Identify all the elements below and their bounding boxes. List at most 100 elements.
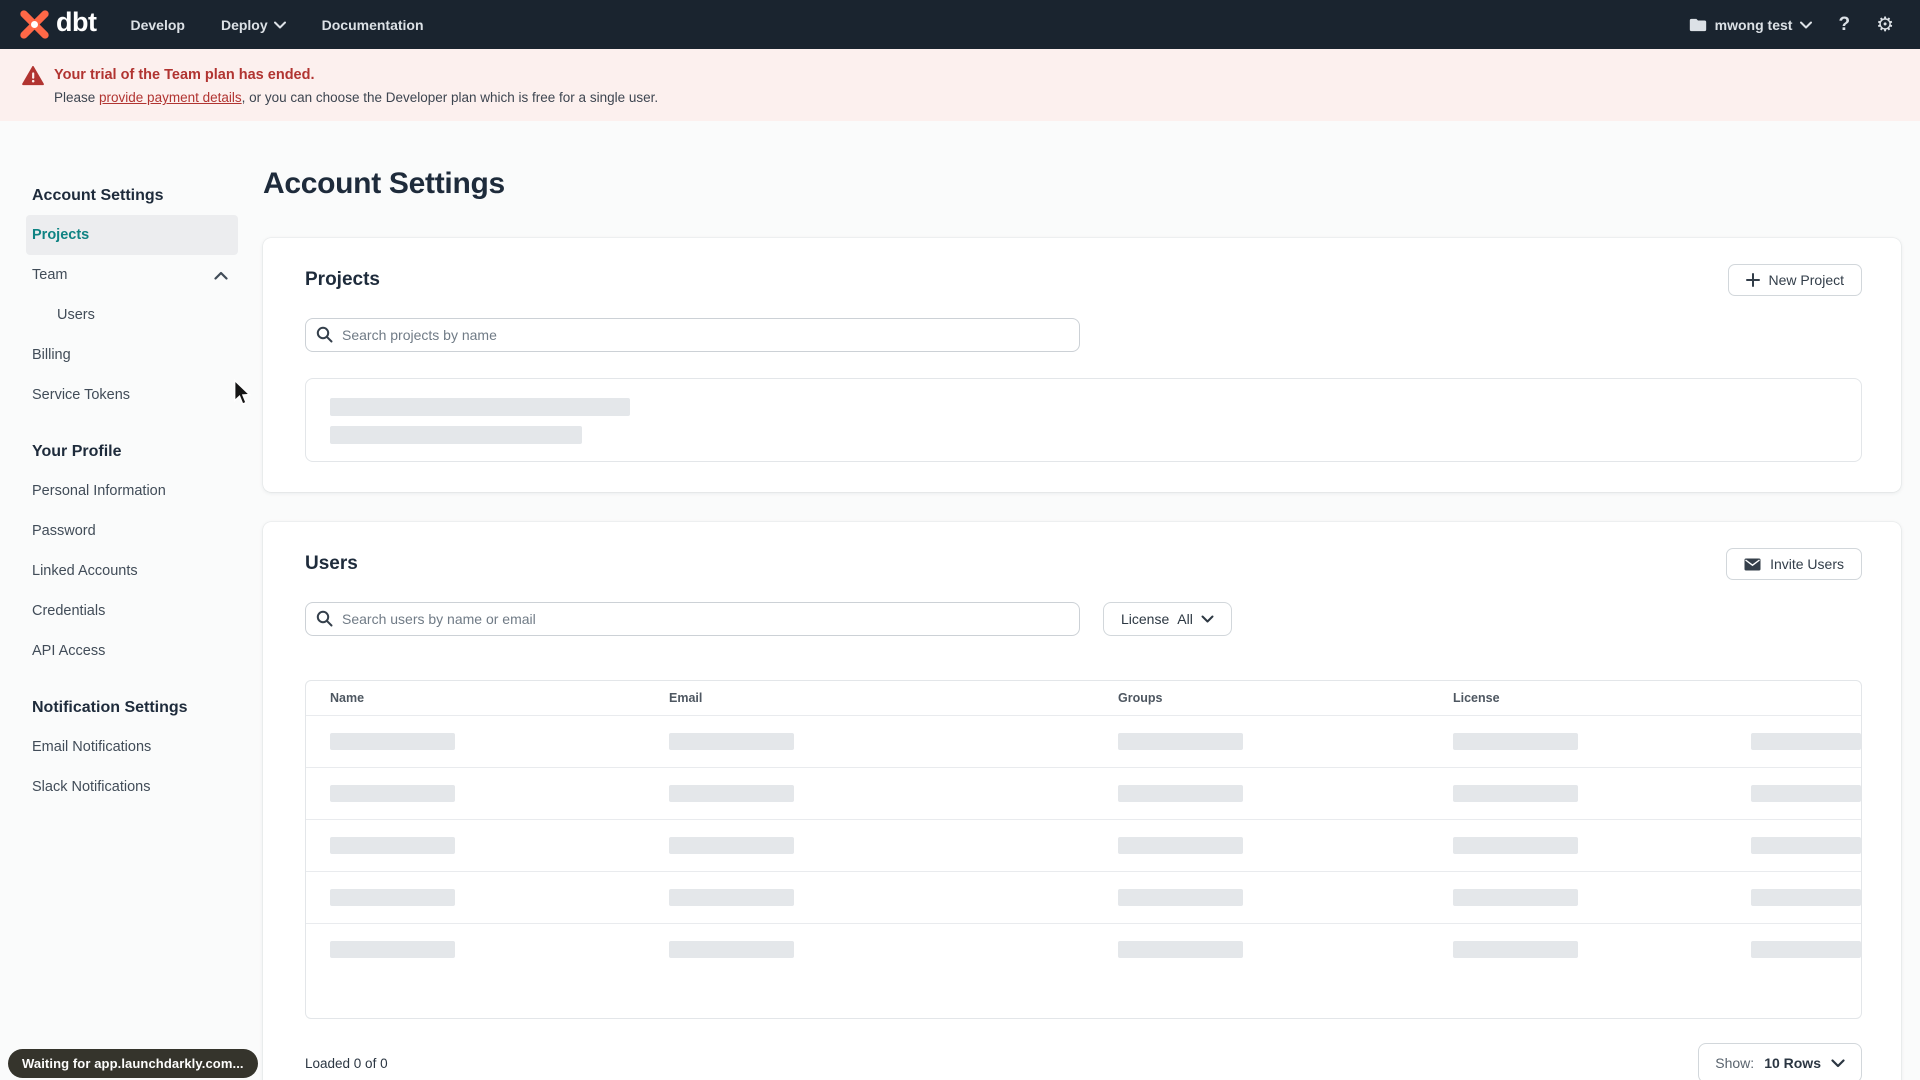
nav-develop[interactable]: Develop (130, 17, 184, 33)
column-header-name: Name (330, 691, 365, 705)
sidebar-item-password[interactable]: Password (26, 511, 238, 551)
sidebar-item-credentials[interactable]: Credentials (26, 591, 238, 631)
envelope-icon (1744, 558, 1761, 570)
nav-documentation[interactable]: Documentation (322, 17, 424, 33)
main-nav: Develop Deploy Documentation (130, 17, 423, 33)
license-filter-dropdown[interactable]: License All (1103, 602, 1232, 636)
skeleton-bar (1453, 785, 1578, 802)
sidebar-header-account-settings: Account Settings (32, 187, 164, 204)
sidebar-item-slack-notifications[interactable]: Slack Notifications (26, 767, 238, 807)
sidebar-item-email-notifications-label: Email Notifications (32, 739, 152, 755)
skeleton-bar (1453, 941, 1578, 958)
banner-body-suffix: , or you can choose the Developer plan w… (241, 90, 659, 105)
new-project-button[interactable]: New Project (1727, 264, 1862, 296)
users-table: Name Email Groups License (305, 680, 1862, 1019)
skeleton-bar (1751, 785, 1861, 802)
sidebar-item-api-access[interactable]: API Access (26, 631, 238, 671)
settings-sidebar: Account Settings Projects Team Users Bil… (0, 121, 263, 1080)
projects-card-title: Projects (305, 269, 380, 290)
sidebar-section-your-profile: Your Profile Personal Information Passwo… (26, 443, 263, 671)
invite-users-button[interactable]: Invite Users (1726, 548, 1862, 580)
sidebar-item-billing-label: Billing (32, 347, 71, 363)
account-switcher[interactable]: mwong test (1689, 17, 1813, 33)
sidebar-item-service-tokens[interactable]: Service Tokens (26, 375, 238, 415)
nav-deploy[interactable]: Deploy (221, 17, 286, 33)
skeleton-bar (330, 733, 455, 750)
dbt-logo-icon (20, 10, 49, 39)
show-label: Show: (1715, 1055, 1755, 1071)
top-nav: dbt Develop Deploy Documentation mwong t… (0, 0, 1920, 49)
sidebar-item-email-notifications[interactable]: Email Notifications (26, 727, 238, 767)
new-project-button-label: New Project (1768, 272, 1844, 288)
skeleton-bar (669, 889, 794, 906)
sidebar-item-service-tokens-label: Service Tokens (32, 387, 131, 403)
projects-loading-panel (305, 378, 1862, 462)
payment-details-link[interactable]: provide payment details (99, 90, 242, 105)
nav-deploy-label: Deploy (220, 16, 268, 33)
table-row (306, 819, 1861, 871)
sidebar-item-password-label: Password (32, 523, 96, 539)
invite-users-button-label: Invite Users (1770, 556, 1844, 572)
sidebar-item-users-label: Users (57, 307, 95, 323)
skeleton-bar (669, 941, 794, 958)
sidebar-item-team-label: Team (32, 267, 68, 283)
skeleton-bar (669, 785, 794, 802)
skeleton-bar (1751, 733, 1861, 750)
column-header-email: Email (669, 691, 703, 705)
users-card: Users Invite Users License All (263, 522, 1901, 1080)
skeleton-bar (669, 837, 794, 854)
chevron-down-icon (273, 21, 286, 28)
sidebar-item-linked-accounts-label: Linked Accounts (32, 563, 138, 579)
skeleton-bar (330, 889, 455, 906)
warning-icon (22, 66, 44, 86)
page-title: Account Settings (263, 167, 505, 200)
table-row (306, 715, 1861, 767)
skeleton-bar (669, 733, 794, 750)
sidebar-item-linked-accounts[interactable]: Linked Accounts (26, 551, 238, 591)
projects-search-input[interactable] (305, 318, 1080, 352)
table-row (306, 871, 1861, 923)
skeleton-bar (330, 941, 455, 958)
browser-status-tooltip: Waiting for app.launchdarkly.com... (8, 1049, 258, 1078)
help-icon[interactable]: ? (1838, 15, 1850, 34)
banner-title: Your trial of the Team plan has ended. (54, 67, 315, 83)
sidebar-item-api-access-label: API Access (32, 643, 106, 659)
sidebar-item-billing[interactable]: Billing (26, 335, 238, 375)
skeleton-bar (1751, 889, 1861, 906)
chevron-down-icon (1201, 615, 1214, 623)
skeleton-bar (1118, 785, 1243, 802)
nav-develop-label: Develop (130, 16, 185, 33)
sidebar-section-notification-settings: Notification Settings Email Notification… (26, 699, 263, 807)
search-icon (316, 610, 333, 627)
gear-icon[interactable]: ⚙ (1876, 15, 1894, 35)
sidebar-header-notification-settings: Notification Settings (32, 699, 188, 716)
sidebar-item-users[interactable]: Users (26, 295, 238, 335)
skeleton-bar (330, 398, 630, 416)
trial-banner: Your trial of the Team plan has ended. P… (0, 49, 1920, 121)
search-icon (316, 326, 333, 343)
skeleton-bar (330, 785, 455, 802)
skeleton-bar (1751, 941, 1861, 958)
table-row (306, 767, 1861, 819)
banner-body-prefix: Please (54, 90, 100, 105)
skeleton-bar (1751, 837, 1861, 854)
chevron-down-icon (1831, 1058, 1845, 1067)
sidebar-item-credentials-label: Credentials (32, 603, 106, 619)
chevron-down-icon (1800, 21, 1813, 28)
loaded-count-text: Loaded 0 of 0 (305, 1055, 388, 1071)
plus-icon (1745, 273, 1760, 287)
skeleton-bar (1453, 889, 1578, 906)
sidebar-item-team[interactable]: Team (26, 255, 238, 295)
users-search-input[interactable] (305, 602, 1080, 636)
license-filter-value: All (1177, 611, 1193, 627)
rows-per-page-dropdown[interactable]: Show: 10 Rows (1698, 1043, 1862, 1080)
column-header-groups: Groups (1118, 691, 1163, 705)
chevron-up-icon (214, 271, 228, 280)
dbt-logo[interactable]: dbt (18, 8, 97, 41)
nav-documentation-label: Documentation (321, 16, 424, 33)
sidebar-item-personal-information[interactable]: Personal Information (26, 471, 238, 511)
table-row (306, 923, 1861, 975)
sidebar-item-projects[interactable]: Projects (26, 215, 238, 255)
skeleton-bar (330, 426, 582, 444)
skeleton-bar (330, 837, 455, 854)
